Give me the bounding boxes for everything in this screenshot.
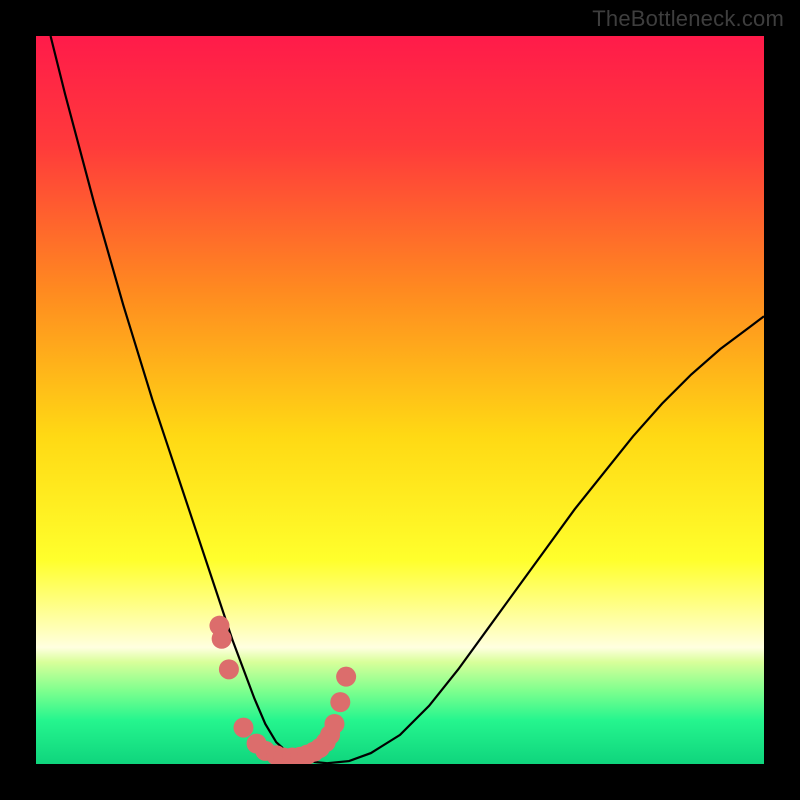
marker-dot	[219, 659, 239, 679]
marker-dot	[330, 692, 350, 712]
bottleneck-curve	[51, 36, 764, 763]
plot-area	[36, 36, 764, 764]
marker-layer	[209, 616, 356, 764]
watermark-text: TheBottleneck.com	[592, 6, 784, 32]
chart-svg	[36, 36, 764, 764]
marker-dot	[233, 718, 253, 738]
marker-dot	[324, 714, 344, 734]
outer-frame: TheBottleneck.com	[0, 0, 800, 800]
marker-dot	[336, 667, 356, 687]
marker-dot	[212, 629, 232, 649]
